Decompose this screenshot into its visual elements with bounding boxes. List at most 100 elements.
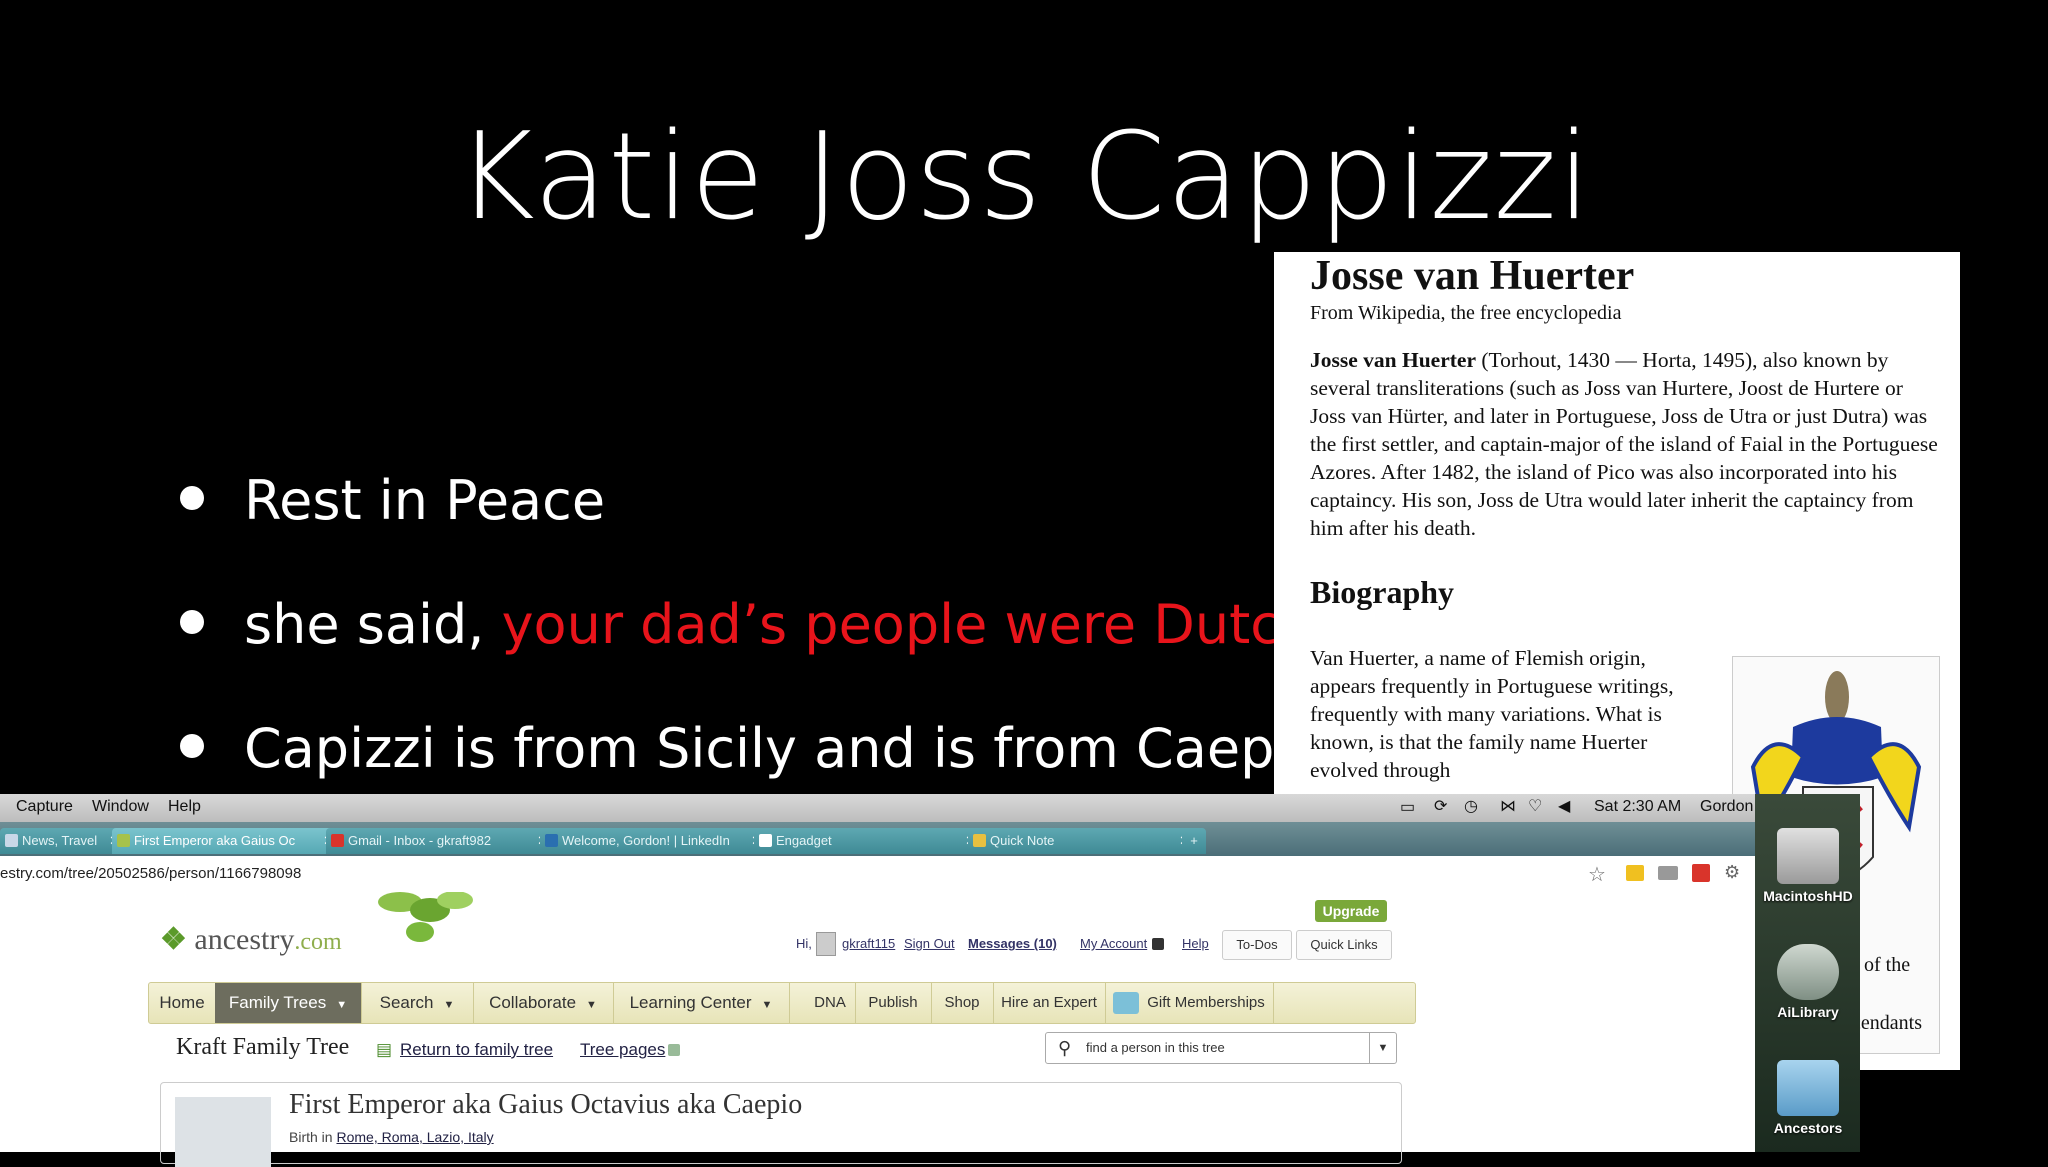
wiki-para-text: (Torhout, 1430 — Horta, 1495), also know… (1310, 348, 1938, 540)
my-account-link[interactable]: My Account (1080, 936, 1147, 951)
browser-tab-active[interactable]: First Emperor aka Gaius Oc✕ (112, 828, 340, 854)
nav-label: Learning Center (629, 993, 752, 1012)
browser-tab[interactable]: Gmail - Inbox - gkraft982✕ (326, 828, 554, 854)
desktop-icons: MacintoshHD AiLibrary Ancestors (1755, 794, 1860, 1152)
nav-shop[interactable]: Shop (931, 983, 994, 1023)
nav-hire-expert[interactable]: Hire an Expert (993, 983, 1106, 1023)
menu-window[interactable]: Window (92, 798, 149, 816)
dock-label: Ancestors (1773, 1120, 1843, 1136)
chevron-down-icon[interactable] (1152, 938, 1164, 950)
browser-tab-bar: News, Travel✕ First Emperor aka Gaius Oc… (0, 822, 1860, 856)
nav-label: Family Trees (228, 993, 327, 1012)
nav-collaborate[interactable]: Collaborate ▼ (473, 983, 614, 1023)
volume-icon[interactable]: ◀ (1558, 796, 1570, 816)
hard-drive-icon (1777, 828, 1839, 884)
bullet-text: Rest in Peace (244, 469, 606, 532)
help-link[interactable]: Help (1182, 936, 1209, 951)
find-placeholder: find a person in this tree (1086, 1040, 1225, 1055)
find-person-input[interactable]: ⚲ find a person in this tree ▼ (1045, 1032, 1397, 1064)
macintosh-hd-icon[interactable]: MacintoshHD (1763, 828, 1853, 904)
tree-pages-link[interactable]: Tree pages (580, 1040, 665, 1060)
ancestors-folder-icon[interactable]: Ancestors (1763, 1060, 1853, 1136)
tab-label: Welcome, Gordon! | LinkedIn (562, 833, 730, 848)
browser-tab[interactable]: Welcome, Gordon! | LinkedIn✕ (540, 828, 768, 854)
nav-home[interactable]: Home (149, 983, 216, 1023)
extension-icon[interactable] (1658, 866, 1678, 880)
avatar[interactable] (816, 932, 836, 956)
tab-favicon (545, 834, 558, 847)
main-nav: Home Family Trees ▼ Search ▼ Collaborate ▼ … (148, 982, 1416, 1024)
person-name: First Emperor aka Gaius Octavius aka Cae… (289, 1089, 803, 1120)
bluetooth-icon[interactable]: ⋈ (1500, 796, 1516, 816)
tab-favicon (973, 834, 986, 847)
display-icon[interactable]: ▭ (1400, 797, 1415, 817)
chevron-down-icon: ▼ (586, 999, 597, 1011)
sign-out-link[interactable]: Sign Out (904, 936, 955, 951)
bullet-dot (180, 486, 204, 511)
nav-gift-memberships[interactable]: Gift Memberships (1105, 983, 1274, 1023)
todos-button[interactable]: To-Dos (1222, 930, 1292, 960)
birth-place-link[interactable]: Rome, Roma, Lazio, Italy (336, 1129, 493, 1145)
tab-label: Gmail - Inbox - gkraft982 (348, 833, 492, 848)
chevron-down-icon[interactable]: ▼ (1369, 1033, 1396, 1063)
bullet-highlight: your dad’s people were Dutch... (501, 593, 1366, 656)
bullet-item: Rest in Peace (180, 466, 605, 536)
menubar-clock[interactable]: Sat 2:30 AM (1594, 798, 1681, 816)
nav-learning-center[interactable]: Learning Center ▼ (613, 983, 790, 1023)
tab-favicon (759, 834, 772, 847)
username-link[interactable]: gkraft115 (842, 936, 895, 951)
quick-links-button[interactable]: Quick Links (1296, 930, 1392, 960)
address-url[interactable]: estry.com/tree/20502586/person/116679809… (0, 865, 301, 882)
extension-notes-icon[interactable] (1626, 865, 1644, 881)
person-silhouette (175, 1097, 271, 1167)
wrench-icon[interactable]: ⚙ (1724, 862, 1740, 883)
wiki-bio-text: Van Huerter, a name of Flemish origin, a… (1310, 646, 1674, 782)
ailibrary-icon[interactable]: AiLibrary (1763, 944, 1853, 1020)
browser-tab[interactable]: Engadget✕ (754, 828, 982, 854)
wifi-icon[interactable]: ♡ (1528, 796, 1542, 816)
tree-title: Kraft Family Tree (176, 1034, 350, 1060)
time-machine-icon[interactable]: ◷ (1464, 796, 1478, 816)
nav-dna[interactable]: DNA (805, 983, 856, 1023)
extension-red-icon[interactable] (1692, 864, 1710, 882)
birth-label: Birth in (289, 1129, 333, 1145)
wiki-name-bold: Josse van Huerter (1310, 348, 1476, 372)
bullet-text: she said, (244, 593, 502, 656)
return-to-tree-link[interactable]: Return to family tree (400, 1040, 553, 1060)
ancestry-logo[interactable]: ❖ ancestry.com (160, 922, 342, 957)
wiki-paragraph: Josse van Huerter (Torhout, 1430 — Horta… (1310, 346, 1942, 542)
new-tab-button[interactable]: + (1182, 828, 1206, 854)
dock-label: AiLibrary (1777, 1004, 1839, 1020)
tab-favicon (5, 834, 18, 847)
bullet-dot (180, 610, 204, 635)
nav-family-trees[interactable]: Family Trees ▼ (215, 983, 362, 1023)
upgrade-button[interactable]: Upgrade (1315, 900, 1387, 922)
tab-label: News, Travel (22, 833, 98, 848)
slide-title: Katie Joss Cappizzi (456, 108, 1592, 247)
chevron-down-icon: ▼ (443, 999, 455, 1011)
tree-icon: ▤ (376, 1040, 393, 1059)
nav-publish[interactable]: Publish (855, 983, 932, 1023)
chevron-down-icon[interactable] (668, 1044, 680, 1056)
star-icon[interactable]: ☆ (1588, 862, 1606, 887)
menu-capture[interactable]: Capture (16, 798, 73, 816)
menu-help[interactable]: Help (168, 798, 201, 816)
tab-label: First Emperor aka Gaius Oc (134, 833, 296, 848)
address-bar[interactable]: estry.com/tree/20502586/person/116679809… (0, 856, 1755, 893)
leaves-decoration-icon (378, 892, 473, 942)
bullet-item: she said, your dad’s people were Dutch..… (180, 590, 1366, 660)
messages-link[interactable]: Messages (10) (968, 936, 1057, 951)
bullet-dot (180, 734, 204, 759)
greeting: Hi, (796, 936, 812, 951)
chevron-down-icon: ▼ (761, 999, 773, 1011)
tab-favicon (331, 834, 344, 847)
browser-tab[interactable]: Quick Note✕ (968, 828, 1196, 854)
wiki-fragment: of the (1864, 954, 1911, 976)
browser-tab[interactable]: News, Travel✕ (0, 828, 126, 854)
wiki-bio-heading: Biography (1310, 574, 1455, 610)
time-machine-icon (1777, 944, 1839, 1000)
dock-label: MacintoshHD (1763, 888, 1853, 904)
sync-icon[interactable]: ⟳ (1434, 796, 1447, 816)
tree-toolbar: Kraft Family Tree ▤ Return to family tre… (160, 1030, 1400, 1068)
nav-search[interactable]: Search ▼ (361, 983, 474, 1023)
